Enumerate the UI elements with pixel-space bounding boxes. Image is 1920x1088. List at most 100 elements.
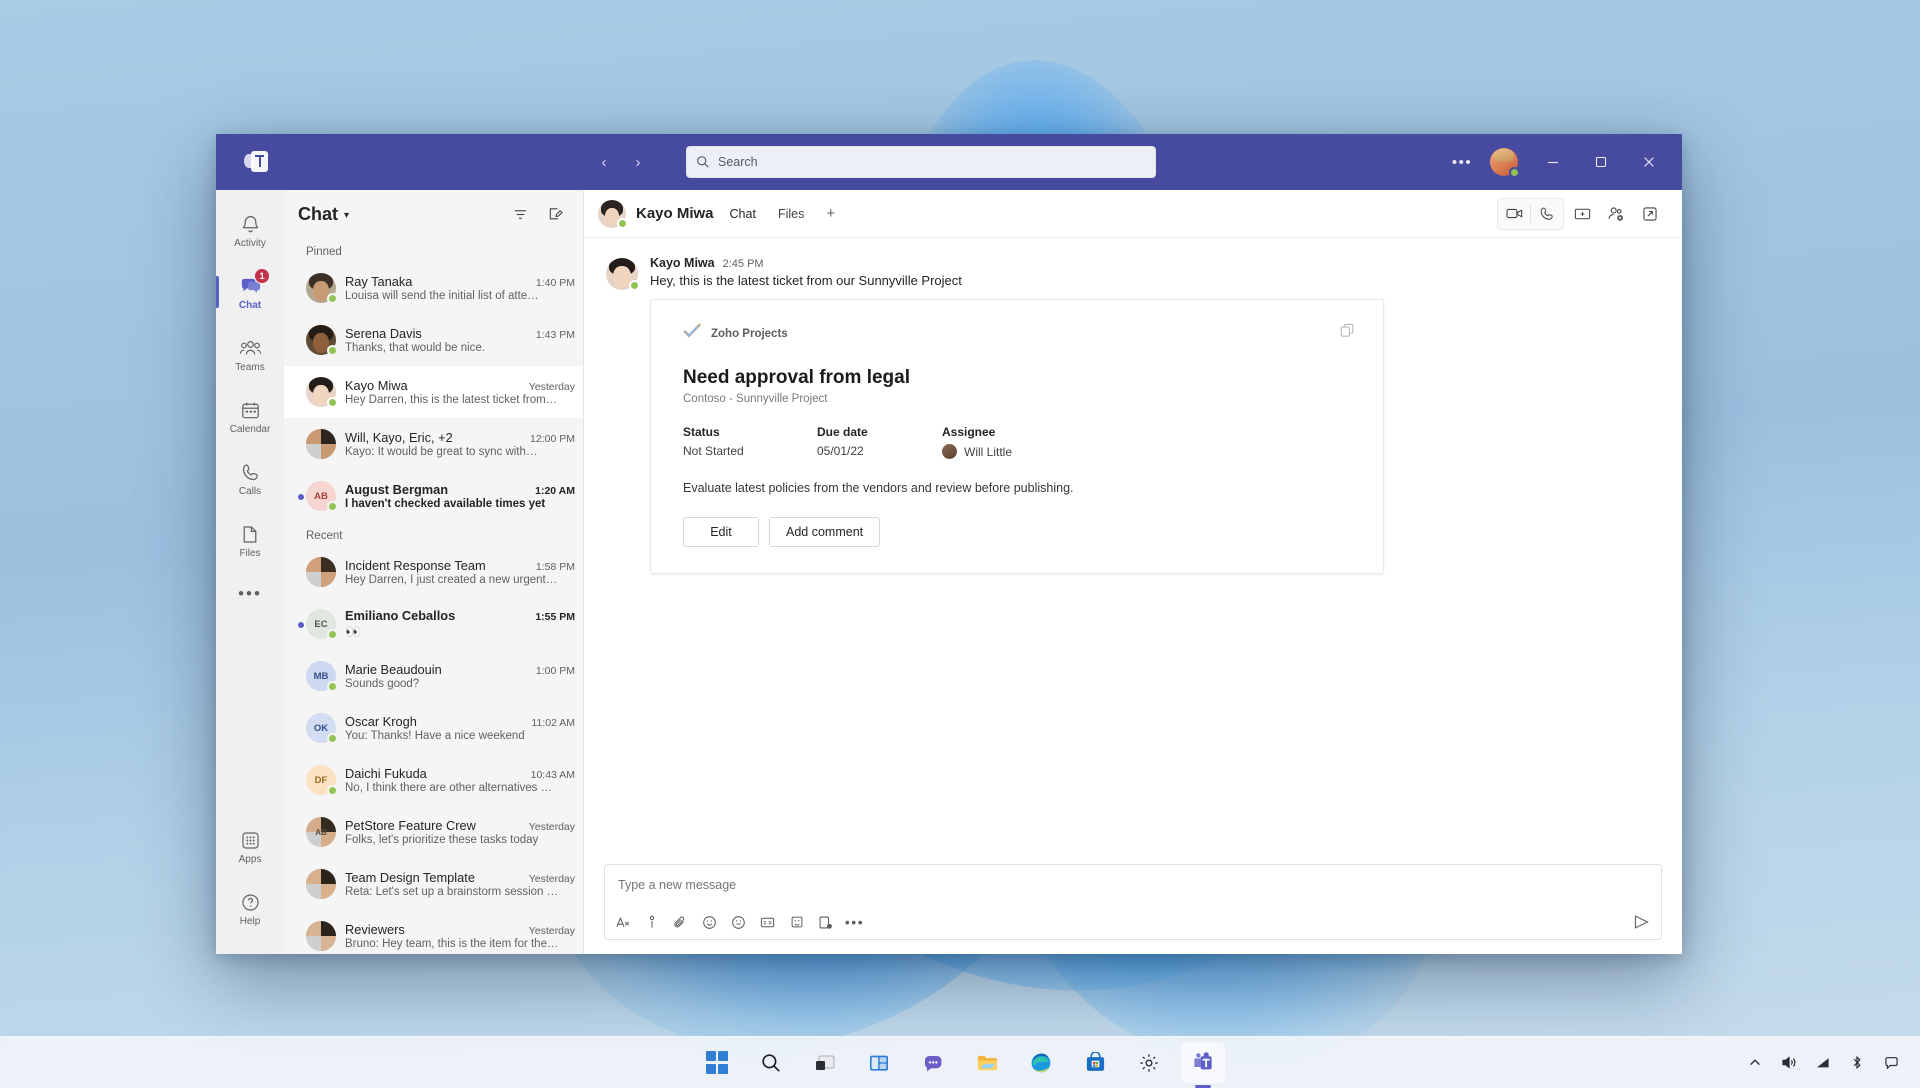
taskbar-search-button[interactable]	[749, 1043, 793, 1083]
taskbar-start-button[interactable]	[695, 1043, 739, 1083]
settings-more-button[interactable]: •••	[1440, 142, 1484, 182]
video-call-button[interactable]	[1498, 199, 1530, 229]
chat-list-item[interactable]: Kayo Miwa Yesterday Hey Darren, this is th…	[284, 366, 583, 418]
new-chat-button[interactable]	[541, 199, 571, 229]
avatar[interactable]	[306, 869, 336, 899]
sidebar-item-calendar[interactable]: Calendar	[216, 386, 284, 448]
avatar[interactable]	[306, 325, 338, 356]
taskbar-items	[695, 1042, 1225, 1083]
audio-call-button[interactable]	[1531, 199, 1563, 229]
add-tab-button[interactable]: +	[820, 205, 841, 222]
chat-list-item[interactable]: Team Design Template Yesterday Reta: Let's…	[284, 858, 583, 910]
taskbar-chat-button[interactable]	[911, 1043, 955, 1083]
avatar[interactable]	[306, 273, 338, 304]
tab-chat[interactable]: Chat	[724, 203, 762, 225]
message-input[interactable]: Type a new message	[605, 865, 1661, 905]
avatar[interactable]	[306, 429, 336, 459]
chevron-down-icon[interactable]: ▾	[344, 210, 349, 221]
filter-button[interactable]	[505, 199, 535, 229]
avatar[interactable]	[306, 921, 336, 951]
sidebar-item-files[interactable]: Files	[216, 510, 284, 572]
chat-list-item[interactable]: MB Marie Beaudouin 1:00 PM Sounds good?	[284, 650, 583, 702]
popout-button[interactable]	[1634, 199, 1666, 229]
avatar[interactable]	[598, 199, 628, 229]
show-hidden-icons-button[interactable]	[1740, 1047, 1770, 1079]
close-button[interactable]	[1626, 145, 1672, 179]
attach-button[interactable]	[667, 909, 694, 936]
meme-button[interactable]	[783, 909, 810, 936]
message-area[interactable]: Kayo Miwa 2:45 PM Hey, this is the lates…	[584, 238, 1682, 856]
maximize-button[interactable]	[1578, 145, 1624, 179]
sidebar-item-activity[interactable]: Activity	[216, 200, 284, 262]
taskbar-file-explorer-button[interactable]	[965, 1043, 1009, 1083]
conversation-title: Kayo Miwa	[636, 205, 714, 222]
network-button[interactable]	[1808, 1047, 1838, 1079]
giphy-button[interactable]	[754, 909, 781, 936]
sidebar-item-label: Teams	[235, 362, 265, 373]
avatar[interactable]: DF	[306, 765, 338, 796]
chat-list-item[interactable]: Ray Tanaka 1:40 PM Louisa will send the in…	[284, 262, 583, 314]
avatar[interactable]: EC	[306, 609, 338, 640]
emoji-button[interactable]	[696, 909, 723, 936]
chat-list-item[interactable]: DF Daichi Fukuda 10:43 AM No, I think there…	[284, 754, 583, 806]
avatar[interactable]: MB	[306, 661, 338, 692]
taskbar-store-button[interactable]	[1073, 1043, 1117, 1083]
taskbar-edge-button[interactable]	[1019, 1043, 1063, 1083]
sidebar-item-calls[interactable]: Calls	[216, 448, 284, 510]
more-options-button[interactable]: •••	[841, 909, 868, 936]
desktop: ‹ › Search ••• Activity 1 Chat Teams Cal…	[0, 0, 1920, 1088]
chat-list-item[interactable]: Incident Response Team 1:58 PM Hey Darren,…	[284, 546, 583, 598]
back-button[interactable]: ‹	[590, 148, 618, 176]
chat-list-item[interactable]: Will, Kayo, Eric, +2 12:00 PM Kayo: It wou…	[284, 418, 583, 470]
volume-button[interactable]	[1774, 1047, 1804, 1079]
format-button[interactable]	[609, 909, 636, 936]
bluetooth-button[interactable]	[1842, 1047, 1872, 1079]
chat-list-scroll[interactable]: Pinned Ray Tanaka 1:40 PM Louisa will send …	[284, 238, 583, 954]
chat-list-item-name: Emiliano Ceballos	[345, 608, 456, 623]
search-input[interactable]: Search	[686, 146, 1156, 178]
sidebar-item-help[interactable]: Help	[216, 878, 284, 940]
sticker-button[interactable]	[725, 909, 752, 936]
sidebar-item-apps[interactable]: Apps	[216, 816, 284, 878]
avatar[interactable]	[1490, 148, 1520, 178]
send-button[interactable]	[1628, 909, 1655, 936]
bluetooth-icon	[1853, 1055, 1861, 1070]
add-comment-button[interactable]: Add comment	[769, 517, 881, 547]
copy-button[interactable]	[1339, 322, 1361, 344]
adaptive-card[interactable]: Zoho Projects Need approval from legal C…	[650, 299, 1384, 574]
priority-button[interactable]	[638, 909, 665, 936]
sidebar-more-apps-button[interactable]: •••	[216, 572, 284, 616]
sidebar-item-teams[interactable]: Teams	[216, 324, 284, 386]
taskbar-teams-button[interactable]	[1181, 1042, 1225, 1083]
sidebar-item-chat[interactable]: 1 Chat	[216, 262, 284, 324]
sidebar-item-label: Activity	[234, 238, 266, 249]
tab-files[interactable]: Files	[772, 203, 810, 225]
chat-list-item[interactable]: AB PetStore Feature Crew Yesterday Folks, l…	[284, 806, 583, 858]
taskbar-widgets-button[interactable]	[857, 1043, 901, 1083]
avatar[interactable]: AB	[306, 481, 338, 512]
compose-toolbar: •••	[605, 905, 1661, 939]
notifications-button[interactable]	[1876, 1047, 1906, 1079]
schedule-button[interactable]	[812, 909, 839, 936]
chat-list-item[interactable]: AB August Bergman 1:20 AM I haven't checked…	[284, 470, 583, 522]
attach-icon	[674, 916, 685, 927]
chat-list-item[interactable]: Serena Davis 1:43 PM Thanks, that would be…	[284, 314, 583, 366]
schedule-icon	[819, 916, 832, 929]
edit-button[interactable]: Edit	[683, 517, 759, 547]
forward-button[interactable]: ›	[624, 148, 652, 176]
chat-list-item[interactable]: EC Emiliano Ceballos 1:55 PM 👀	[284, 598, 583, 650]
avatar[interactable]: OK	[306, 713, 338, 744]
avatar[interactable]: AB	[306, 817, 336, 847]
avatar[interactable]	[606, 258, 640, 291]
screen-share-button[interactable]	[1566, 199, 1598, 229]
avatar[interactable]	[306, 377, 338, 408]
add-people-button[interactable]	[1600, 199, 1632, 229]
chat-list-item[interactable]: OK Oscar Krogh 11:02 AM You: Thanks! Have a…	[284, 702, 583, 754]
chat-list-item-name: Daichi Fukuda	[345, 766, 427, 781]
taskbar-task-view-button[interactable]	[803, 1043, 847, 1083]
taskbar-settings-button[interactable]	[1127, 1043, 1171, 1083]
message-text: Hey, this is the latest ticket from our …	[650, 273, 962, 288]
minimize-button[interactable]	[1530, 145, 1576, 179]
chat-list-item[interactable]: Reviewers Yesterday Bruno: Hey team, this …	[284, 910, 583, 954]
avatar[interactable]	[306, 557, 336, 587]
